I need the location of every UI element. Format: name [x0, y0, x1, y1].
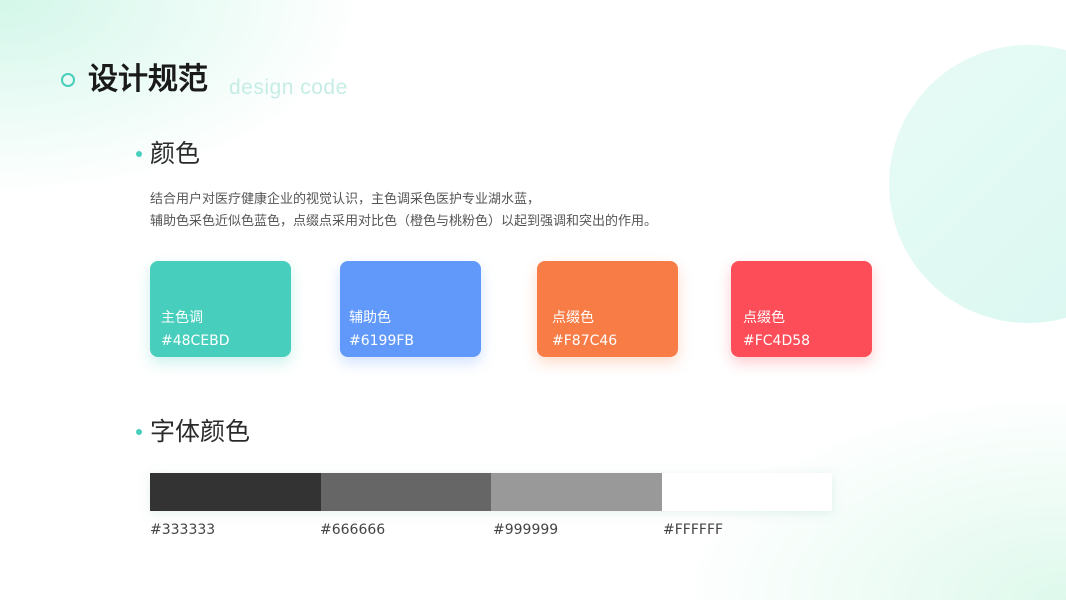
- page-subtitle: design code: [229, 76, 348, 99]
- font-section-heading: 字体颜色: [150, 417, 251, 446]
- font-section-bullet-icon: [136, 429, 142, 435]
- font-color-segment: [661, 473, 832, 511]
- font-color-label: #333333: [150, 522, 216, 538]
- title-ring-icon: [61, 73, 75, 87]
- color-section-bullet-icon: [136, 151, 142, 157]
- swatch-hex: #6199FB: [349, 333, 415, 349]
- description-line: 结合用户对医疗健康企业的视觉认识，主色调采色医护专业湖水蓝，: [150, 192, 541, 207]
- swatch-hex: #48CEBD: [161, 333, 230, 349]
- color-section-heading: 颜色: [150, 139, 201, 168]
- swatch-accent-orange: 点缀色 #F87C46: [537, 261, 678, 357]
- decorative-circle: [889, 45, 1066, 323]
- font-color-label: #666666: [320, 522, 386, 538]
- font-color-segment: [320, 473, 491, 511]
- swatch-name: 主色调: [161, 310, 203, 326]
- swatch-name: 辅助色: [349, 310, 391, 326]
- swatch-hex: #FC4D58: [743, 333, 811, 349]
- swatch-name: 点缀色: [552, 310, 594, 326]
- swatch-primary: 主色调 #48CEBD: [150, 261, 291, 357]
- font-color-segment: [150, 473, 321, 511]
- font-color-segment: [491, 473, 662, 511]
- swatch-accent-pink: 点缀色 #FC4D58: [731, 261, 872, 357]
- color-section-description: 结合用户对医疗健康企业的视觉认识，主色调采色医护专业湖水蓝， 辅助色采色近似色蓝…: [150, 189, 657, 233]
- swatch-secondary: 辅助色 #6199FB: [340, 261, 481, 357]
- font-color-bar: [150, 473, 832, 511]
- page-title: 设计规范: [88, 62, 208, 97]
- swatch-hex: #F87C46: [552, 333, 618, 349]
- font-color-label: #999999: [493, 522, 559, 538]
- design-spec-page: 设计规范 design code 颜色 结合用户对医疗健康企业的视觉认识，主色调…: [0, 0, 1066, 600]
- swatch-name: 点缀色: [743, 310, 785, 326]
- description-line: 辅助色采色近似色蓝色，点缀点采用对比色（橙色与桃粉色）以起到强调和突出的作用。: [150, 214, 658, 229]
- font-color-label: #FFFFFF: [663, 522, 724, 538]
